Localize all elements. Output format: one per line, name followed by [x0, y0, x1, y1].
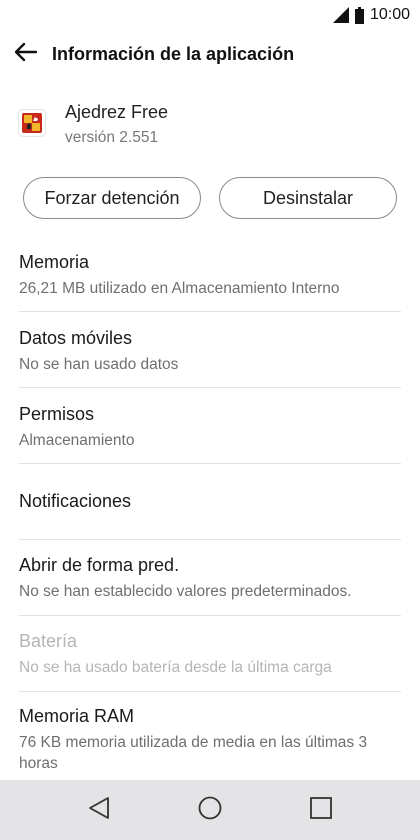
settings-item-title: Notificaciones: [19, 491, 132, 511]
nav-home-button[interactable]: [180, 780, 240, 840]
settings-item-subtitle: 26,21 MB utilizado en Almacenamiento Int…: [19, 280, 340, 297]
settings-item-title: Abrir de forma pred.: [19, 555, 180, 575]
chess-app-icon: [19, 110, 45, 136]
status-bar: 10:00: [0, 0, 420, 30]
settings-item-permissions[interactable]: Permisos Almacenamiento: [0, 388, 420, 463]
settings-item-title: Memoria RAM: [19, 706, 135, 726]
battery-icon: [354, 6, 364, 24]
nav-back-button[interactable]: [69, 780, 129, 840]
square-recents-icon: [310, 796, 332, 824]
settings-list: Memoria 26,21 MB utilizado en Almacenami…: [0, 236, 420, 782]
nav-recents-button[interactable]: [291, 780, 351, 840]
settings-item-open-by-default[interactable]: Abrir de forma pred. No se han estableci…: [0, 540, 420, 615]
settings-item-battery: Batería No se ha usado batería desde la …: [0, 616, 420, 691]
settings-item-subtitle: 76 KB memoria utilizada de media en las …: [19, 734, 368, 772]
settings-item-subtitle: No se han usado datos: [19, 356, 179, 373]
arrow-left-icon: [14, 42, 38, 66]
action-buttons: Forzar detención Desinstalar: [0, 177, 420, 221]
settings-item-title: Memoria: [19, 252, 90, 272]
settings-item-subtitle: No se ha usado batería desde la última c…: [19, 659, 332, 676]
settings-item-subtitle: Almacenamiento: [19, 432, 135, 449]
settings-item-notifications[interactable]: Notificaciones: [0, 464, 420, 539]
settings-item-subtitle: No se han establecido valores predetermi…: [19, 583, 352, 600]
page-title: Información de la aplicación: [52, 43, 295, 64]
settings-item-title: Permisos: [19, 404, 95, 424]
signal-icon: [332, 7, 349, 23]
force-stop-button[interactable]: Forzar detención: [23, 177, 201, 219]
settings-item-mobile-data[interactable]: Datos móviles No se han usado datos: [0, 312, 420, 387]
triangle-back-icon: [88, 796, 110, 825]
settings-item-ram[interactable]: Memoria RAM 76 KB memoria utilizada de m…: [0, 692, 420, 782]
app-header: Ajedrez Free versión 2.551: [0, 92, 420, 162]
navigation-bar: [0, 780, 420, 840]
back-button[interactable]: [0, 30, 52, 78]
app-name: Ajedrez Free: [65, 102, 169, 122]
app-version: versión 2.551: [65, 129, 159, 146]
uninstall-button[interactable]: Desinstalar: [219, 177, 397, 219]
status-time: 10:00: [369, 6, 410, 23]
settings-item-memory[interactable]: Memoria 26,21 MB utilizado en Almacenami…: [0, 236, 420, 311]
circle-home-icon: [198, 796, 222, 825]
settings-item-title: Batería: [19, 631, 78, 651]
settings-item-title: Datos móviles: [19, 328, 133, 348]
app-toolbar: Información de la aplicación: [0, 30, 420, 78]
